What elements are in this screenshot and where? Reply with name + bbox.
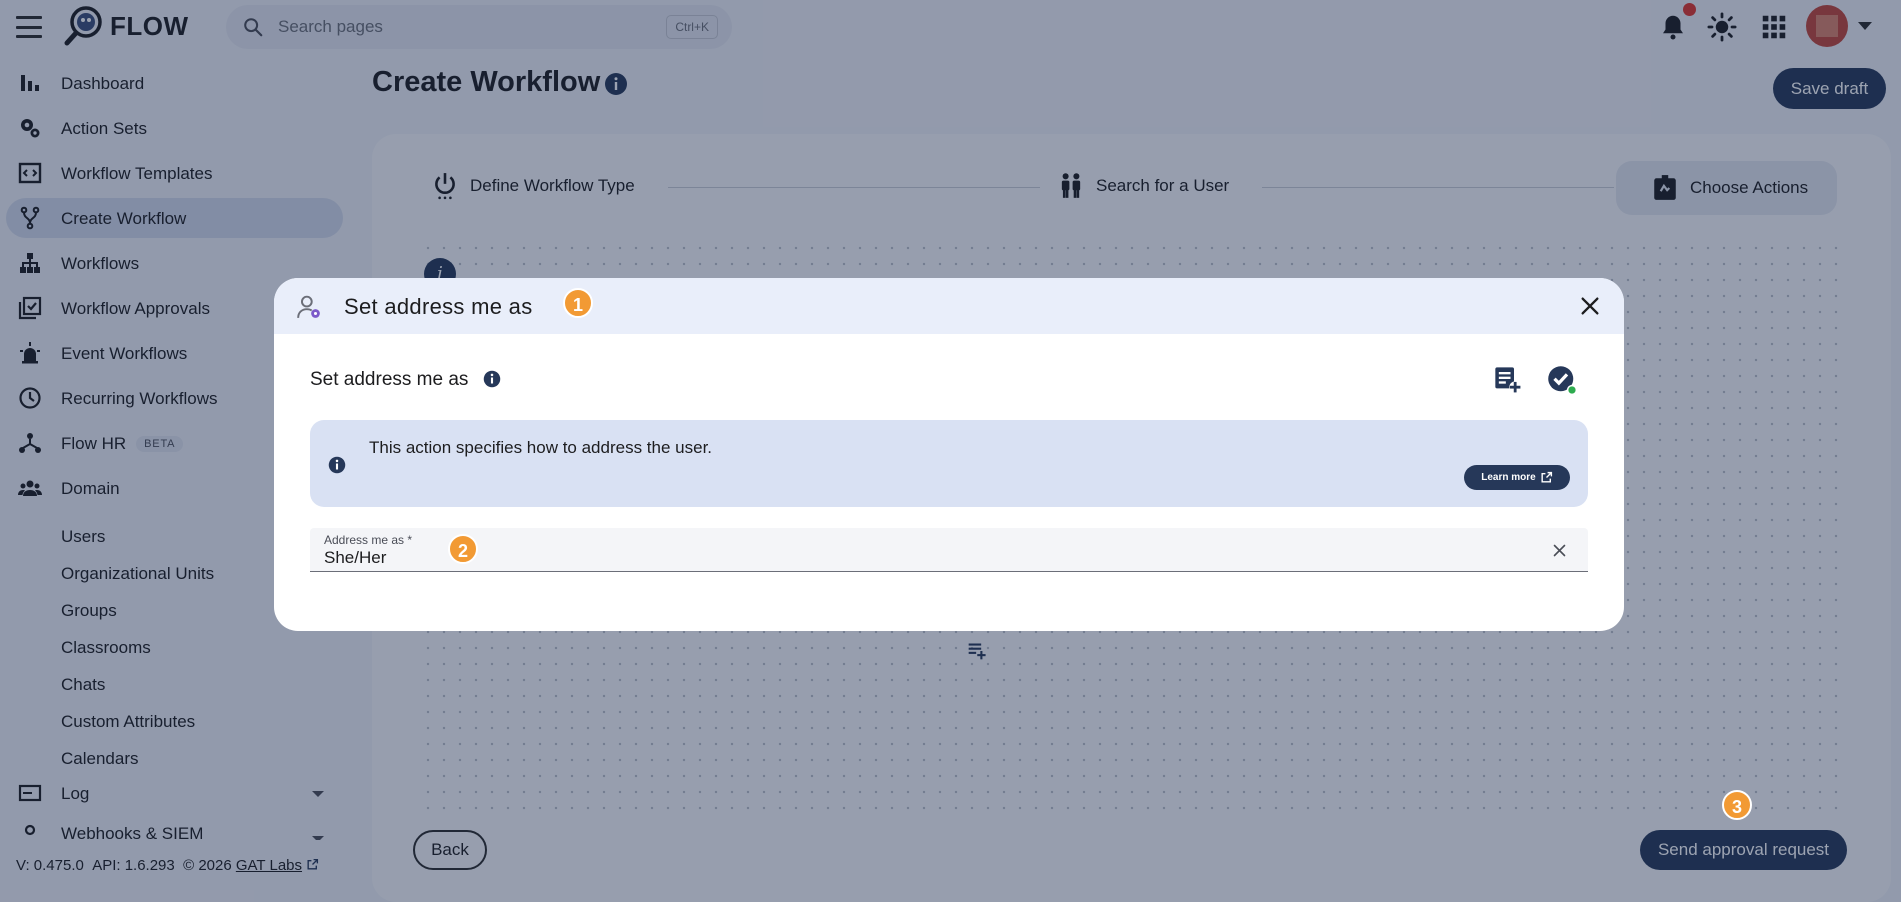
modal-title: Set address me as xyxy=(344,294,533,319)
clear-icon[interactable] xyxy=(1552,543,1567,558)
add-note-icon[interactable] xyxy=(1493,365,1521,393)
section-title: Set address me as xyxy=(310,369,469,390)
info-banner: This action specifies how to address the… xyxy=(310,420,1588,507)
check-circle-icon xyxy=(1548,366,1577,395)
info-icon xyxy=(328,456,346,474)
user-settings-icon xyxy=(297,295,320,318)
step-badge-1: 1 xyxy=(563,288,593,318)
learn-more-button[interactable]: Learn more xyxy=(1464,465,1570,490)
info-icon[interactable] xyxy=(483,370,501,388)
step-badge-2: 2 xyxy=(448,534,478,564)
address-me-as-field[interactable]: Address me as * xyxy=(310,528,1588,572)
external-link-icon xyxy=(1541,471,1552,483)
modal-header: Set address me as xyxy=(274,278,1624,334)
info-banner-text: This action specifies how to address the… xyxy=(369,438,713,457)
set-address-modal: Set address me as 1 Set address me as Th… xyxy=(274,278,1624,631)
field-label: Address me as * xyxy=(324,533,413,547)
step-badge-3: 3 xyxy=(1722,790,1752,820)
address-me-as-input[interactable] xyxy=(324,548,1524,568)
close-icon[interactable] xyxy=(1579,295,1601,317)
